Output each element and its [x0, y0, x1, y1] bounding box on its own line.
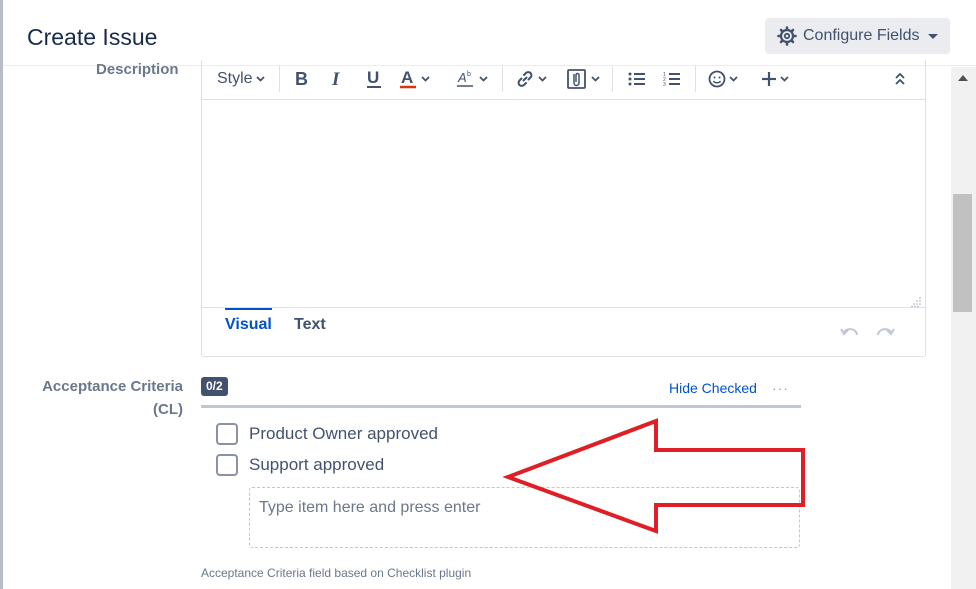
collapse-toolbar-button[interactable]	[894, 68, 906, 90]
description-editor: Style B I U A A b 1 2 3 Visual Text	[201, 60, 926, 357]
description-text-area[interactable]	[202, 101, 925, 308]
configure-fields-button[interactable]: Configure Fields	[765, 18, 950, 54]
field-helper-text: Acceptance Criteria field based on Check…	[201, 566, 472, 580]
toolbar-divider	[695, 66, 696, 92]
svg-text:I: I	[331, 70, 340, 88]
text-color-icon: A	[400, 69, 418, 89]
checklist-item: Support approved	[216, 453, 384, 477]
background-page-edge	[0, 0, 3, 589]
svg-text:3: 3	[663, 82, 666, 87]
chevron-down-icon	[479, 76, 488, 82]
resize-handle-icon[interactable]	[911, 294, 921, 308]
toolbar-divider	[502, 66, 503, 92]
insert-more-dropdown[interactable]	[761, 68, 789, 90]
dialog-header: Create Issue Configure Fields	[3, 0, 976, 66]
italic-icon: I	[330, 70, 346, 88]
bold-button[interactable]: B	[294, 68, 310, 90]
double-chevron-up-icon	[894, 72, 906, 86]
tab-text[interactable]: Text	[294, 316, 326, 344]
svg-text:B: B	[295, 70, 308, 88]
vertical-scrollbar[interactable]	[951, 67, 976, 589]
numbered-list-button[interactable]: 123	[663, 68, 681, 90]
text-color-dropdown[interactable]: A	[400, 68, 430, 90]
link-icon	[515, 69, 535, 89]
svg-text:b: b	[467, 71, 471, 78]
checklist-progress-bar	[201, 405, 801, 408]
scroll-thumb[interactable]	[953, 194, 972, 312]
checklist-progress-badge: 0/2	[201, 377, 228, 396]
acceptance-criteria-label-line2: (CL)	[153, 401, 183, 418]
checklist-item: Product Owner approved	[216, 422, 438, 446]
acceptance-criteria-label-line1: Acceptance Criteria	[42, 378, 183, 395]
chevron-down-icon	[729, 76, 738, 82]
editor-mode-tabs: Visual Text	[202, 307, 925, 356]
svg-text:A: A	[401, 69, 413, 87]
svg-text:U: U	[367, 69, 379, 87]
numbered-list-icon: 123	[663, 71, 681, 87]
chevron-down-icon	[255, 76, 265, 82]
chevron-down-icon	[927, 33, 938, 39]
bullet-list-icon	[628, 71, 646, 87]
bold-icon: B	[294, 70, 310, 88]
chevron-down-icon	[538, 76, 547, 82]
description-label: Description	[96, 61, 179, 78]
undo-icon[interactable]	[840, 326, 860, 340]
underline-icon: U	[366, 69, 384, 89]
hide-checked-link[interactable]: Hide Checked	[669, 380, 757, 396]
toolbar-divider	[279, 66, 280, 92]
checklist-item-label[interactable]: Product Owner approved	[249, 424, 438, 444]
text-format-dropdown[interactable]: Ab	[456, 68, 488, 90]
emoji-dropdown[interactable]	[708, 68, 738, 90]
svg-text:A: A	[457, 70, 467, 85]
redo-icon[interactable]	[875, 326, 895, 340]
dialog-title: Create Issue	[27, 24, 158, 50]
attachment-dropdown[interactable]	[566, 68, 600, 90]
underline-button[interactable]: U	[366, 68, 384, 90]
gear-icon	[777, 26, 797, 46]
smiley-icon	[708, 70, 726, 88]
attachment-icon	[566, 68, 588, 90]
tab-visual[interactable]: Visual	[225, 308, 272, 344]
checklist-item-label[interactable]: Support approved	[249, 455, 384, 475]
more-options-icon[interactable]: ···	[772, 380, 789, 396]
plus-icon	[761, 71, 777, 87]
create-issue-dialog: Create Issue Configure Fields Descriptio…	[0, 0, 976, 589]
chevron-down-icon	[421, 76, 430, 82]
toolbar-divider	[612, 66, 613, 92]
configure-fields-label: Configure Fields	[803, 27, 920, 44]
annotation-arrow	[502, 418, 805, 534]
editor-toolbar: Style B I U A A b 1 2 3	[202, 60, 925, 100]
style-dropdown[interactable]: Style	[217, 68, 265, 90]
checklist-checkbox[interactable]	[216, 454, 238, 476]
checklist-checkbox[interactable]	[216, 423, 238, 445]
chevron-down-icon	[780, 76, 789, 82]
scroll-up-arrow-icon[interactable]	[958, 75, 968, 81]
style-label: Style	[217, 70, 253, 87]
text-format-icon: Ab	[456, 69, 476, 89]
link-dropdown[interactable]	[515, 68, 547, 90]
bullet-list-button[interactable]	[628, 68, 646, 90]
italic-button[interactable]: I	[330, 68, 346, 90]
chevron-down-icon	[591, 76, 600, 82]
acceptance-criteria-label: Acceptance Criteria (CL)	[20, 375, 183, 421]
